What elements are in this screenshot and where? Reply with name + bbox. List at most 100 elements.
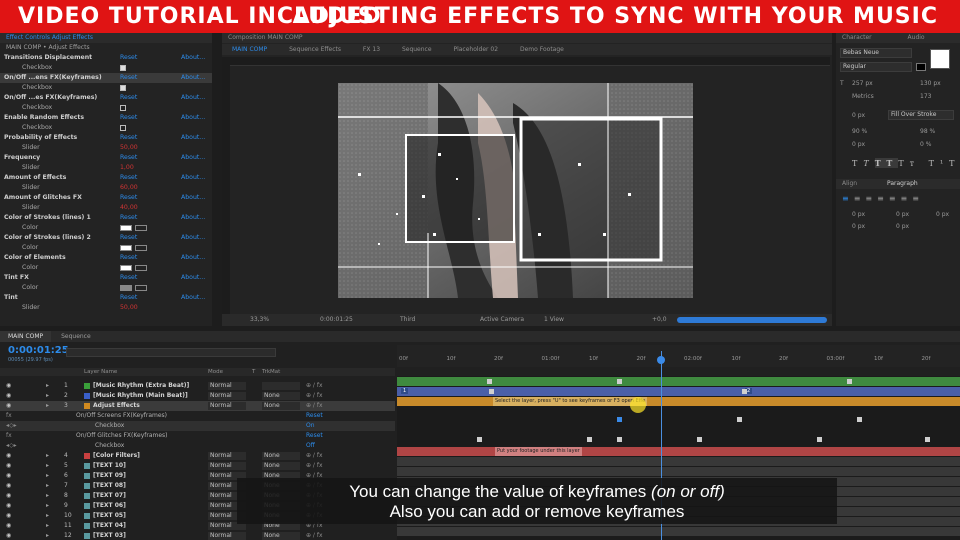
layer-switches[interactable]: ⊕ ∕ fx — [306, 391, 323, 401]
exposure-value[interactable]: +0,0 — [652, 314, 667, 326]
layer-name[interactable]: [Music Rhythm (Extra Beat)] — [93, 381, 189, 391]
layer-name[interactable]: Adjust Effects — [93, 401, 140, 411]
baseline-shift-value[interactable]: 0 px — [852, 141, 865, 148]
layer-name[interactable]: [TEXT 07] — [93, 491, 126, 501]
eyedropper-icon[interactable] — [135, 265, 147, 271]
playhead-handle[interactable] — [657, 356, 665, 364]
effect-about-link[interactable]: About... — [181, 113, 205, 123]
keyframe-marker[interactable] — [617, 417, 622, 422]
color-swatch[interactable] — [120, 245, 132, 251]
effect-about-link[interactable]: About... — [181, 233, 205, 243]
keyframe-marker[interactable] — [737, 417, 742, 422]
keyframe-marker[interactable] — [477, 437, 482, 442]
keyframe-marker[interactable] — [697, 437, 702, 442]
slider-value[interactable]: 40,00 — [120, 203, 138, 213]
visibility-eye-icon[interactable]: ◉ — [6, 481, 11, 491]
keyframe-marker[interactable] — [847, 379, 852, 384]
timeline-tab-main-comp[interactable]: MAIN COMP — [0, 331, 52, 342]
property-reset-link[interactable]: Reset — [306, 411, 323, 421]
layer-twirl-icon[interactable]: ▸ — [46, 491, 49, 501]
layer-twirl-icon[interactable]: ▸ — [46, 481, 49, 491]
effect-reset-link[interactable]: Reset — [120, 133, 137, 143]
layer-switches[interactable]: ⊕ ∕ fx — [306, 401, 323, 411]
visibility-eye-icon[interactable]: ◉ — [6, 381, 11, 391]
keyframe-marker[interactable] — [617, 379, 622, 384]
layer-switches[interactable]: ⊕ ∕ fx — [306, 381, 323, 391]
track-bar-color-filters[interactable]: Put your footage under this layer — [397, 447, 960, 456]
layer-row[interactable]: ◉ ▸ 2 [Music Rhythm (Main Beat)] Normal None ⊕… — [0, 391, 395, 401]
layer-row[interactable]: ◉ ▸ 3 Adjust Effects Normal None ⊕ ∕ fx — [0, 401, 395, 411]
layer-label-color[interactable] — [84, 493, 90, 499]
layer-label-color[interactable] — [84, 453, 90, 459]
marker-label[interactable]: 1 — [401, 388, 409, 394]
effect-about-link[interactable]: About... — [181, 93, 205, 103]
effect-row[interactable]: On/Off ...es FX(Keyframes) Reset About... — [0, 93, 212, 103]
effect-about-link[interactable]: About... — [181, 73, 205, 83]
keyframe-nav-icon[interactable]: ◂◇▸ — [6, 421, 17, 431]
effect-row[interactable]: Tint Reset About... — [0, 293, 212, 303]
time-ruler[interactable]: 00f 10f 20f 01:00f 10f 20f 02:00f 10f 20f 03:00f 1… — [397, 345, 960, 367]
effect-row[interactable]: Color of Elements Reset About... — [0, 253, 212, 263]
fill-color-swatch[interactable] — [930, 49, 950, 69]
column-t[interactable]: T — [252, 368, 255, 376]
effect-about-link[interactable]: About... — [181, 133, 205, 143]
visibility-eye-icon[interactable]: ◉ — [6, 501, 11, 511]
keyframe-nav-icon[interactable]: ◂◇▸ — [6, 441, 17, 451]
resolution-dropdown[interactable]: Third — [400, 314, 415, 326]
track-matte-dropdown[interactable]: None — [262, 452, 300, 460]
layer-label-color[interactable] — [84, 383, 90, 389]
layer-twirl-icon[interactable]: ▸ — [46, 531, 49, 540]
effect-about-link[interactable]: About... — [181, 273, 205, 283]
color-swatch[interactable] — [120, 265, 132, 271]
effect-row[interactable]: Color of Strokes (lines) 2 Reset About... — [0, 233, 212, 243]
keyframe-marker[interactable] — [742, 389, 747, 394]
eyedropper-icon[interactable] — [135, 245, 147, 251]
layer-switches[interactable]: ⊕ ∕ fx — [306, 451, 323, 461]
effect-reset-link[interactable]: Reset — [120, 293, 137, 303]
layer-label-color[interactable] — [84, 513, 90, 519]
horizontal-scale-value[interactable]: 98 % — [920, 128, 935, 135]
effect-row[interactable]: Probability of Effects Reset About... — [0, 133, 212, 143]
blend-mode-dropdown[interactable]: Normal — [208, 462, 246, 470]
layer-name[interactable]: [TEXT 03] — [93, 531, 126, 540]
viewer-timecode[interactable]: 0:00:01:25 — [320, 314, 353, 326]
eyedropper-icon[interactable] — [135, 225, 147, 231]
checkbox-property-row[interactable]: ◂◇▸ Checkbox On — [0, 421, 395, 431]
layer-row[interactable]: ◉ ▸ 1 [Music Rhythm (Extra Beat)] Normal ⊕ ∕ … — [0, 381, 395, 391]
composition-canvas[interactable] — [338, 83, 693, 298]
effect-row[interactable]: Frequency Reset About... — [0, 153, 212, 163]
font-size-value[interactable]: 257 px — [852, 80, 873, 87]
track-bar-adjust-effects[interactable]: Select the layer, press "U" to see keyfr… — [397, 397, 960, 406]
layer-name[interactable]: [TEXT 04] — [93, 521, 126, 531]
effect-property-row[interactable]: fx On/Off Glitches FX(Keyframes) Reset — [0, 431, 395, 441]
tab-audio[interactable]: Audio — [908, 34, 925, 41]
layer-name[interactable]: [TEXT 10] — [93, 461, 126, 471]
visibility-eye-icon[interactable]: ◉ — [6, 461, 11, 471]
tab-demo-footage[interactable]: Demo Footage — [510, 44, 574, 55]
layer-twirl-icon[interactable]: ▸ — [46, 391, 49, 401]
blend-mode-dropdown[interactable]: Normal — [208, 452, 246, 460]
layer-twirl-icon[interactable]: ▸ — [46, 401, 49, 411]
slider-value[interactable]: 50,00 — [120, 303, 138, 313]
visibility-eye-icon[interactable]: ◉ — [6, 491, 11, 501]
layer-label-color[interactable] — [84, 483, 90, 489]
tab-fx13[interactable]: FX 13 — [353, 44, 390, 55]
keyframe-marker[interactable] — [587, 437, 592, 442]
visibility-eye-icon[interactable]: ◉ — [6, 391, 11, 401]
color-swatch[interactable] — [120, 285, 132, 291]
stroke-type-dropdown[interactable]: Fill Over Stroke — [888, 110, 954, 120]
leading-value[interactable]: 130 px — [920, 80, 941, 87]
space-before-value[interactable]: 0 px — [852, 223, 865, 230]
layer-label-color[interactable] — [84, 503, 90, 509]
slider-value[interactable]: 1,00 — [120, 163, 134, 173]
effect-row[interactable]: Amount of Effects Reset About... — [0, 173, 212, 183]
font-family-dropdown[interactable]: Bebas Neue — [840, 48, 912, 58]
visibility-eye-icon[interactable]: ◉ — [6, 531, 11, 540]
checkbox-property-value[interactable]: On — [306, 421, 315, 431]
layer-row[interactable]: ◉ ▸ 4 [Color Filters] Normal None ⊕ ∕ fx — [0, 451, 395, 461]
timeline-tab-sequence[interactable]: Sequence — [53, 331, 99, 342]
track-bar-main-beat[interactable] — [397, 387, 960, 396]
column-trkmat[interactable]: TrkMat — [262, 368, 280, 376]
checkbox-property-row[interactable]: ◂◇▸ Checkbox Off — [0, 441, 395, 451]
checkbox-control[interactable] — [120, 85, 126, 91]
